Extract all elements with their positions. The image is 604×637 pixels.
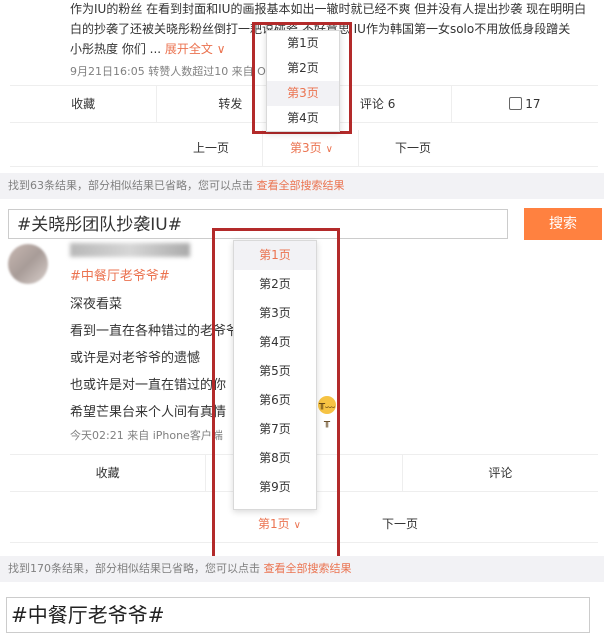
post1-text-line1: 作为IU的粉丝 在看到封面和IU的画报基本如出一辙时就已经不爽 但并没有人提出抄… — [70, 2, 587, 16]
page-option[interactable]: 第5页 — [234, 357, 316, 386]
view-all-results-link[interactable]: 查看全部搜索结果 — [257, 179, 345, 192]
avatar[interactable] — [8, 244, 48, 284]
post2-line: 希望芒果台来个人间有真情 — [70, 405, 227, 420]
result-count-text: 找到170条结果，部分相似结果已省略，您可以点击 — [8, 562, 264, 575]
result-count-text: 找到63条结果，部分相似结果已省略，您可以点击 — [8, 179, 257, 192]
page-dropdown-top: 第1页 第2页 第3页 第4页 — [266, 30, 340, 132]
page-option-selected[interactable]: 第3页 — [267, 81, 339, 106]
post2-line: 也或许是对一直在错过的你 — [70, 378, 227, 393]
page-option[interactable]: 第9页 — [234, 473, 316, 502]
favorite-button[interactable]: 收藏 — [10, 455, 207, 491]
top-pagination: 上一页 第3页 ∨ 下一页 — [10, 130, 598, 167]
divider — [262, 130, 263, 166]
favorite-button[interactable]: 收藏 — [10, 86, 158, 122]
page-option[interactable]: 第4页 — [267, 106, 339, 131]
prev-page-link[interactable]: 上一页 — [193, 130, 229, 166]
post2-line: 或许是对老爷爷的遗憾 — [70, 351, 201, 366]
search-input[interactable]: #中餐厅老爷爷# — [6, 597, 590, 633]
post2-meta: 今天02:21 来自 iPhone客户端 — [70, 429, 223, 442]
topic-tag-link[interactable]: #中餐厅老爷爷# — [70, 265, 170, 284]
chevron-down-icon: ∨ — [216, 42, 226, 56]
like-count: 17 — [525, 97, 541, 111]
expand-full-text-link[interactable]: 展开全文 ∨ — [165, 42, 226, 56]
page-option[interactable]: 第4页 — [234, 328, 316, 357]
page-option[interactable]: 第7页 — [234, 415, 316, 444]
page-option[interactable]: 第3页 — [234, 299, 316, 328]
page-option[interactable]: 第2页 — [267, 56, 339, 81]
next-page-link[interactable]: 下一页 — [395, 130, 431, 166]
comment-button[interactable]: 评论 — [403, 455, 598, 491]
page-option-selected[interactable]: 第1页 — [234, 241, 316, 270]
page-select[interactable]: 第3页 ∨ — [290, 130, 333, 168]
search-button[interactable]: 搜索 — [524, 208, 602, 240]
chevron-down-icon: ∨ — [325, 144, 333, 155]
page-option[interactable]: 第6页 — [234, 386, 316, 415]
view-all-results-link[interactable]: 查看全部搜索结果 — [264, 562, 352, 575]
page-dropdown-bottom: 第1页 第2页 第3页 第4页 第5页 第6页 第7页 第8页 第9页 — [233, 240, 317, 510]
like-button[interactable]: 17 — [452, 86, 598, 122]
post1-text-truncated: 小彤热度 你们 ... — [70, 42, 162, 56]
thumb-up-icon — [509, 97, 523, 110]
post2-line: 深夜看菜 — [70, 297, 123, 312]
page-option[interactable]: 第8页 — [234, 444, 316, 473]
page-option[interactable]: 第1页 — [267, 31, 339, 56]
result-info-bar: 找到63条结果，部分相似结果已省略，您可以点击 查看全部搜索结果 — [0, 173, 604, 199]
username-blurred — [70, 243, 190, 257]
page-option[interactable]: 第2页 — [234, 270, 316, 299]
divider — [358, 130, 359, 166]
next-page-link[interactable]: 下一页 — [382, 506, 418, 542]
result-info-bar: 找到170条结果，部分相似结果已省略，您可以点击 查看全部搜索结果 — [0, 556, 604, 582]
